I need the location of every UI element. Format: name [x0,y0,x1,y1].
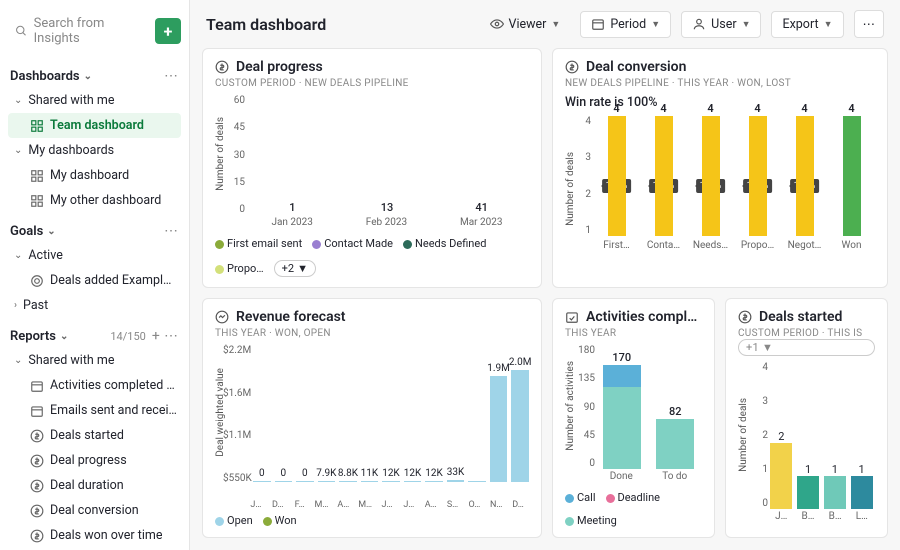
card-activities: Activities complete… THIS YEAR Number of… [552,298,715,538]
winrate-text: Win rate is 100% [565,95,875,110]
sidebar-goal-item[interactable]: Deals added Example t… [8,268,181,293]
card-subtitle: THIS YEAR · WON, OPEN [215,328,529,339]
reports-count: 14/150 [110,330,145,343]
card-title: Activities complete… [586,309,702,325]
page-title: Team dashboard [206,15,470,34]
more-pill[interactable]: +1▼ [738,339,875,356]
period-button[interactable]: Period▼ [580,11,671,38]
card-title: Revenue forecast [236,309,346,325]
viewer-toggle[interactable]: Viewer▼ [480,12,571,37]
card-deal-progress: Deal progress CUSTOM PERIOD · NEW DEALS … [202,48,542,288]
sidebar-reports-shared[interactable]: ⌄Shared with me [8,348,181,373]
more-button[interactable]: ⋯ [854,10,885,38]
sidebar-team-dashboard[interactable]: Team dashboard [8,113,181,138]
add-icon[interactable]: + [152,328,161,344]
dollar-icon [565,60,579,74]
export-button[interactable]: Export▼ [771,11,843,38]
search-icon [15,24,28,38]
user-icon [692,17,706,31]
sidebar-report-item[interactable]: Deal conversion [8,498,181,523]
card-title: Deals started [759,309,842,325]
section-goals[interactable]: Goals ⌄ [10,224,56,239]
calendar-check-icon [565,310,579,324]
sidebar-report-item[interactable]: Deals started [8,423,181,448]
card-subtitle: NEW DEALS PIPELINE · THIS YEAR · WON, LO… [565,78,875,89]
chevron-down-icon: ⌄ [84,71,92,82]
card-deals-started: Deals started CUSTOM PERIOD · THIS IS +1… [725,298,888,538]
sidebar-report-item[interactable]: Activities completed an… [8,373,181,398]
card-deal-conversion: Deal conversion NEW DEALS PIPELINE · THI… [552,48,888,288]
search-input[interactable]: Search from Insights [8,10,149,52]
section-dashboards[interactable]: Dashboards ⌄ [10,69,92,84]
sidebar-report-item[interactable]: Emails sent and received [8,398,181,423]
sidebar-my-dashboard[interactable]: My dashboard [8,163,181,188]
dashboard-icon [30,119,44,133]
card-subtitle: CUSTOM PERIOD · NEW DEALS PIPELINE [215,78,529,89]
dashboard-icon [30,194,44,208]
card-title: Deal conversion [586,59,686,75]
search-placeholder: Search from Insights [34,16,142,46]
sidebar: Search from Insights + Dashboards ⌄ ⋯ ⌄S… [0,0,190,550]
topbar: Team dashboard Viewer▼ Period▼ User▼ Exp… [190,0,900,48]
card-revenue-forecast: Revenue forecast THIS YEAR · WON, OPEN D… [202,298,542,538]
main: Team dashboard Viewer▼ Period▼ User▼ Exp… [190,0,900,550]
more-icon[interactable]: ⋯ [164,68,179,84]
more-icon[interactable]: ⋯ [164,328,179,344]
dollar-icon [215,60,229,74]
card-subtitle: CUSTOM PERIOD · THIS IS +1▼ [738,328,875,356]
card-title: Deal progress [236,59,323,75]
legend-more-pill[interactable]: +2 ▼ [274,260,316,277]
dashboard-icon [30,169,44,183]
add-button[interactable]: + [155,18,181,44]
section-reports[interactable]: Reports ⌄ [10,329,68,344]
sidebar-report-item[interactable]: Deal duration [8,473,181,498]
calendar-icon [591,17,605,31]
sidebar-shared-with-me[interactable]: ⌄Shared with me [8,88,181,113]
eye-icon [490,17,504,31]
forecast-icon [215,310,229,324]
sidebar-goals-active[interactable]: ⌄Active [8,243,181,268]
sidebar-report-item[interactable]: Deals won over time [8,523,181,548]
target-icon [30,274,44,288]
sidebar-report-item[interactable]: Deal progress [8,448,181,473]
sidebar-my-other-dashboard[interactable]: My other dashboard [8,188,181,213]
user-button[interactable]: User▼ [681,11,761,38]
dollar-icon [738,310,752,324]
sidebar-goals-past[interactable]: ›Past [8,293,181,318]
sidebar-my-dashboards[interactable]: ⌄My dashboards [8,138,181,163]
more-icon[interactable]: ⋯ [164,223,179,239]
card-subtitle: THIS YEAR [565,328,702,339]
